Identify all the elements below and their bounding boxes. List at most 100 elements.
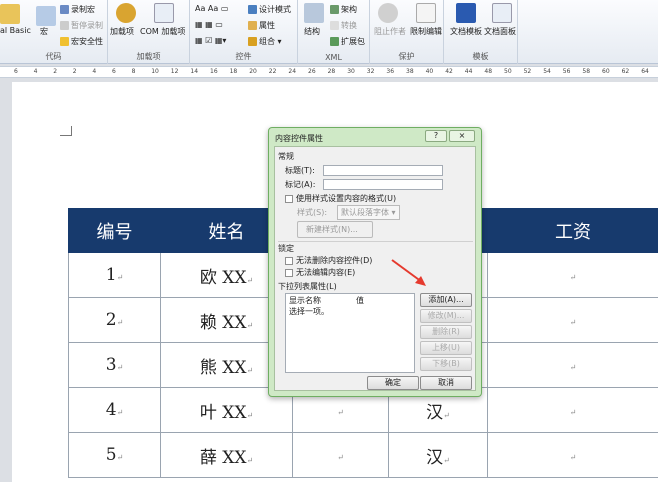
document-template-button[interactable]: 文档模板 <box>450 26 482 37</box>
ruler-tick: 4 <box>92 68 96 75</box>
remove-button[interactable]: 删除(R) <box>420 325 472 339</box>
table-cell[interactable]: 3↵ <box>69 343 161 388</box>
table-cell[interactable]: 1↵ <box>69 253 161 298</box>
expansion-pack-button[interactable]: 扩展包 <box>330 36 365 47</box>
table-cell[interactable]: 薛 XX↵ <box>161 433 293 478</box>
paragraph-mark: ↵ <box>246 411 253 420</box>
paragraph-mark: ↵ <box>246 456 253 465</box>
ruler-tick: 58 <box>582 68 590 75</box>
move-up-button[interactable]: 上移(U) <box>420 341 472 355</box>
move-down-button[interactable]: 下移(B) <box>420 357 472 371</box>
addins-icon <box>116 3 136 23</box>
com-addins-button[interactable]: COM 加载项 <box>140 26 185 37</box>
tag-label: 标记(A): <box>285 179 315 190</box>
ribbon: al Basic 宏 录制宏 暂停录制 宏安全性 代码 加载项 COM 加载项 … <box>0 0 658 64</box>
structure-button[interactable]: 结构 <box>304 26 320 37</box>
ruler-tick: 18 <box>230 68 238 75</box>
macro-security-button[interactable]: 宏安全性 <box>60 36 103 47</box>
ruler-tick: 52 <box>524 68 532 75</box>
style-label: 样式(S): <box>297 207 327 218</box>
margin-mark <box>60 126 72 136</box>
modify-button[interactable]: 修改(M)... <box>420 309 472 323</box>
text-controls[interactable]: Aa Aa ▭ <box>195 4 228 13</box>
cancel-button[interactable]: 取消 <box>420 376 472 390</box>
design-mode-button[interactable]: 设计模式 <box>248 4 291 15</box>
design-icon <box>248 5 257 14</box>
table-cell[interactable]: 4↵ <box>69 388 161 433</box>
help-button[interactable]: ? <box>425 130 447 142</box>
list-item[interactable]: 选择一项。 <box>289 306 329 317</box>
table-cell[interactable]: ↵ <box>488 388 658 433</box>
annotation-arrow <box>390 258 430 288</box>
visual-basic-icon <box>0 4 20 24</box>
properties-button[interactable]: 属性 <box>248 20 275 31</box>
paragraph-mark: ↵ <box>337 453 344 462</box>
ok-button[interactable]: 确定 <box>367 376 419 390</box>
dialog-body: 常规 标题(T): 标记(A): 使用样式设置内容的格式(U) 样式(S): 默… <box>274 146 476 391</box>
table-cell[interactable]: ↵ <box>488 433 658 478</box>
ruler-tick: 64 <box>641 68 649 75</box>
block-authors-icon <box>378 3 398 23</box>
pause-recording-button[interactable]: 暂停录制 <box>60 20 103 31</box>
add-button[interactable]: 添加(A)... <box>420 293 472 307</box>
group-label: 代码 <box>0 51 107 62</box>
cell-text: 叶 XX <box>200 403 247 423</box>
picture-controls[interactable]: ▦ ▦ ▭ <box>195 20 223 29</box>
paragraph-mark: ↵ <box>443 456 450 465</box>
ruler-tick: 50 <box>504 68 512 75</box>
addins-button[interactable]: 加载项 <box>110 26 134 37</box>
group-label: 控件 <box>190 51 297 62</box>
table-cell[interactable]: 5↵ <box>69 433 161 478</box>
ruler-tick: 38 <box>406 68 414 75</box>
no-edit-checkbox[interactable]: 无法编辑内容(E) <box>285 267 355 278</box>
new-style-button[interactable]: 新建样式(N)... <box>297 221 373 238</box>
horizontal-ruler[interactable]: 6422468101214161820222426283032363840424… <box>0 66 658 78</box>
tag-input[interactable] <box>323 179 443 190</box>
close-button[interactable]: ⨯ <box>449 130 475 142</box>
document-panel-icon <box>492 3 512 23</box>
ruler-tick: 6 <box>14 68 18 75</box>
document-panel-button[interactable]: 文档面板 <box>484 26 516 37</box>
paragraph-mark: ↵ <box>117 363 124 372</box>
block-authors-button[interactable]: 阻止作者 <box>374 26 406 37</box>
record-macro-button[interactable]: 录制宏 <box>60 4 95 15</box>
macros-button[interactable]: 宏 <box>40 26 48 37</box>
table-cell[interactable]: 2↵ <box>69 298 161 343</box>
style-select[interactable]: 默认段落字体 ▾ <box>337 205 400 220</box>
ruler-tick: 32 <box>367 68 375 75</box>
ruler-tick: 22 <box>269 68 277 75</box>
table-row: 5↵薛 XX↵↵汉↵↵ <box>69 433 658 478</box>
ruler-tick: 56 <box>563 68 571 75</box>
paragraph-mark: ↵ <box>570 363 577 372</box>
table-cell[interactable]: ↵ <box>488 253 658 298</box>
transform-button[interactable]: 转换 <box>330 20 357 31</box>
dropdown-list[interactable]: 显示名称 值 选择一项。 <box>285 293 415 373</box>
table-cell[interactable]: ↵ <box>293 433 389 478</box>
group-controls: Aa Aa ▭ ▦ ▦ ▭ ▦ ☑ ▦▾ 设计模式 属性 组合 ▾ 控件 <box>190 0 298 64</box>
checkbox-controls[interactable]: ▦ ☑ ▦▾ <box>195 36 226 45</box>
ruler-tick: 44 <box>465 68 473 75</box>
checkbox-icon <box>285 257 293 265</box>
pause-icon <box>60 21 69 30</box>
paragraph-mark: ↵ <box>117 408 124 417</box>
group-button[interactable]: 组合 ▾ <box>248 36 282 47</box>
cell-text: 薛 XX <box>200 448 247 468</box>
table-cell[interactable]: 汉↵ <box>389 433 488 478</box>
table-cell[interactable]: ↵ <box>488 298 658 343</box>
no-delete-checkbox[interactable]: 无法删除内容控件(D) <box>285 255 372 266</box>
cell-text: 2 <box>106 310 117 330</box>
title-input[interactable] <box>323 165 443 176</box>
ruler-tick: 42 <box>445 68 453 75</box>
paragraph-mark: ↵ <box>117 453 124 462</box>
ruler-tick: 48 <box>484 68 492 75</box>
restrict-editing-button[interactable]: 限制编辑 <box>410 26 442 37</box>
cell-text: 1 <box>106 265 117 285</box>
checkbox-icon <box>285 269 293 277</box>
schema-button[interactable]: 架构 <box>330 4 357 15</box>
macro-icon <box>36 6 56 26</box>
ruler-tick: 4 <box>34 68 38 75</box>
table-cell[interactable]: ↵ <box>488 343 658 388</box>
visual-basic-button[interactable]: al Basic <box>0 26 31 35</box>
ruler-tick: 54 <box>543 68 551 75</box>
use-style-checkbox[interactable]: 使用样式设置内容的格式(U) <box>285 193 396 204</box>
